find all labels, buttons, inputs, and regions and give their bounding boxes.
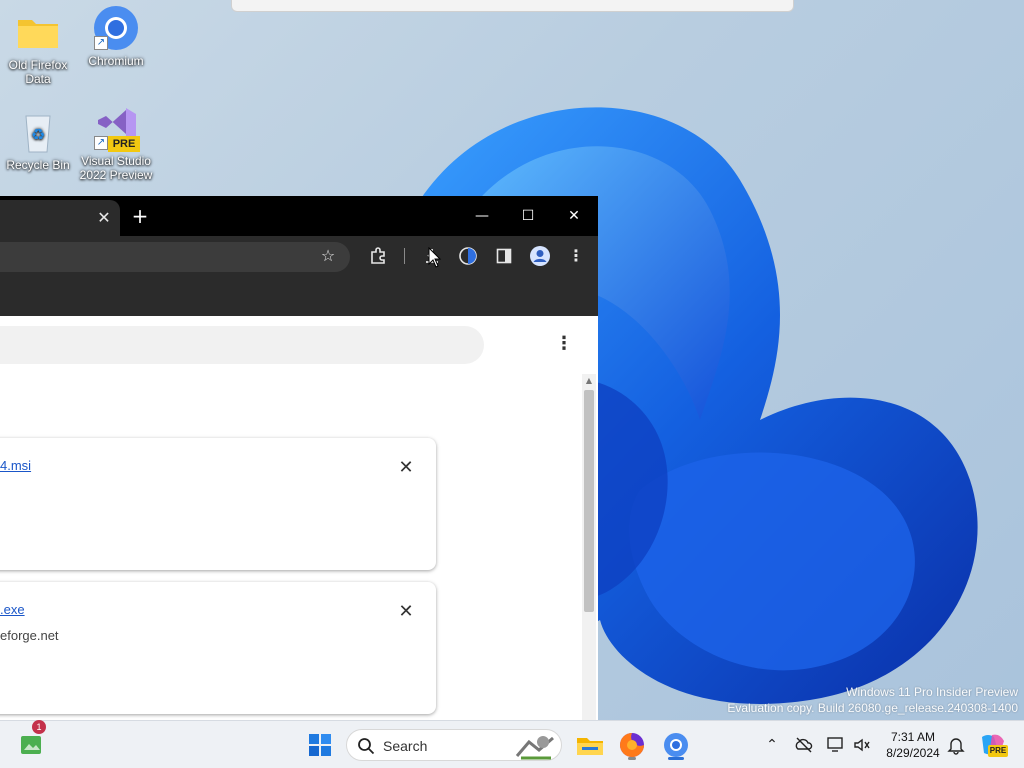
address-bar[interactable] [0, 242, 350, 272]
active-tab[interactable]: ✕ [0, 200, 120, 236]
scroll-thumb[interactable] [584, 390, 594, 612]
preview-badge: PRE [108, 136, 140, 152]
top-window-edge [231, 0, 794, 12]
watermark-build: Evaluation copy. Build 26080.ge_release.… [727, 701, 1018, 715]
shortcut-arrow-icon: ↗ [94, 136, 108, 150]
taskbar: Search ⌃ 7:31 AM 8/29/2024 PRE [0, 720, 1024, 768]
taskbar-search-box[interactable]: Search [346, 729, 562, 761]
download-source: eforge.net [0, 628, 59, 643]
firefox-icon[interactable] [616, 729, 648, 761]
download-item: .exe eforge.net ✕ [0, 582, 436, 714]
desktop-icon-label: Recycle Bin [6, 158, 70, 172]
volume-icon[interactable] [852, 735, 872, 755]
extensions-icon[interactable] [366, 244, 390, 268]
remove-download-icon[interactable]: ✕ [394, 600, 418, 624]
browser-toolbar: ☆ ⋮ [0, 236, 598, 276]
svg-text:♻: ♻ [31, 125, 45, 144]
star-icon[interactable]: ☆ [316, 244, 340, 268]
taskbar-clock[interactable]: 7:31 AM 8/29/2024 [878, 729, 948, 761]
more-actions-icon[interactable]: ⋮ [552, 332, 576, 356]
desktop-icon-visual-studio[interactable]: PRE ↗ Visual Studio 2022 Preview [78, 104, 154, 182]
search-label: Search [383, 738, 428, 754]
shortcut-arrow-icon: ↗ [94, 36, 108, 50]
mouse-cursor-icon [428, 247, 442, 268]
browser-window[interactable]: ✕ + — ☐ ✕ ☆ ⋮ ⋮ 4.msi ✕ .exe eforge.net … [0, 196, 598, 720]
minimize-button[interactable]: — [462, 202, 502, 230]
desktop-icon-recycle-bin[interactable]: ♻ Recycle Bin [0, 108, 76, 172]
close-window-button[interactable]: ✕ [554, 202, 594, 230]
downloads-search-input[interactable] [0, 326, 484, 364]
download-file-link[interactable]: .exe [0, 602, 25, 617]
toolbar-separator [404, 248, 405, 264]
menu-icon[interactable]: ⋮ [564, 244, 588, 268]
tab-strip: ✕ + — ☐ ✕ [0, 196, 598, 236]
visual-studio-icon: PRE ↗ [92, 104, 140, 152]
chromium-icon: ↗ [92, 4, 140, 52]
watermark-edition: Windows 11 Pro Insider Preview [846, 685, 1018, 699]
widgets-icon[interactable] [18, 731, 46, 759]
running-indicator [628, 757, 636, 760]
maximize-button[interactable]: ☐ [508, 202, 548, 230]
scroll-up-arrow-icon[interactable]: ▲ [582, 374, 596, 388]
desktop-icon-label: Old Firefox Data [8, 58, 68, 86]
copilot-preview-badge: PRE [989, 746, 1007, 755]
bookmarks-bar [0, 276, 598, 316]
network-icon[interactable] [826, 735, 846, 755]
download-item: 4.msi ✕ [0, 438, 436, 570]
tab-close-icon[interactable]: ✕ [94, 208, 114, 228]
history-icon[interactable] [456, 244, 480, 268]
start-button[interactable] [304, 729, 336, 761]
desktop-icon-chromium[interactable]: ↗ Chromium [78, 4, 154, 68]
downloads-page: ⋮ 4.msi ✕ .exe eforge.net ✕ ▲ [0, 316, 598, 720]
copilot-icon[interactable]: PRE [978, 731, 1008, 759]
running-indicator-active [668, 757, 684, 760]
page-scrollbar[interactable]: ▲ [582, 374, 596, 720]
clock-time: 7:31 AM [890, 730, 936, 744]
folder-icon [14, 8, 62, 56]
notification-bell-icon[interactable] [946, 735, 966, 755]
recycle-bin-icon: ♻ [14, 108, 62, 156]
new-tab-button[interactable]: + [128, 204, 152, 228]
clock-date: 8/29/2024 [886, 746, 940, 760]
side-panel-icon[interactable] [492, 244, 516, 268]
desktop-icon-label: Chromium [88, 54, 144, 68]
profile-icon[interactable] [528, 244, 552, 268]
onedrive-offline-icon[interactable] [794, 735, 814, 755]
windows-watermark: Windows 11 Pro Insider Preview Evaluatio… [727, 684, 1018, 716]
file-explorer-icon[interactable] [574, 729, 606, 761]
download-file-link[interactable]: 4.msi [0, 458, 31, 473]
chromium-taskbar-icon[interactable] [660, 729, 692, 761]
show-hidden-icons-chevron-icon[interactable]: ⌃ [762, 735, 782, 755]
notification-count-badge: 1 [32, 720, 46, 734]
remove-download-icon[interactable]: ✕ [394, 456, 418, 480]
desktop-icon-old-firefox-data[interactable]: Old Firefox Data [0, 8, 76, 86]
desktop-icon-label: Visual Studio 2022 Preview [79, 154, 153, 182]
search-icon [358, 738, 375, 755]
search-highlight-icon [515, 736, 554, 760]
